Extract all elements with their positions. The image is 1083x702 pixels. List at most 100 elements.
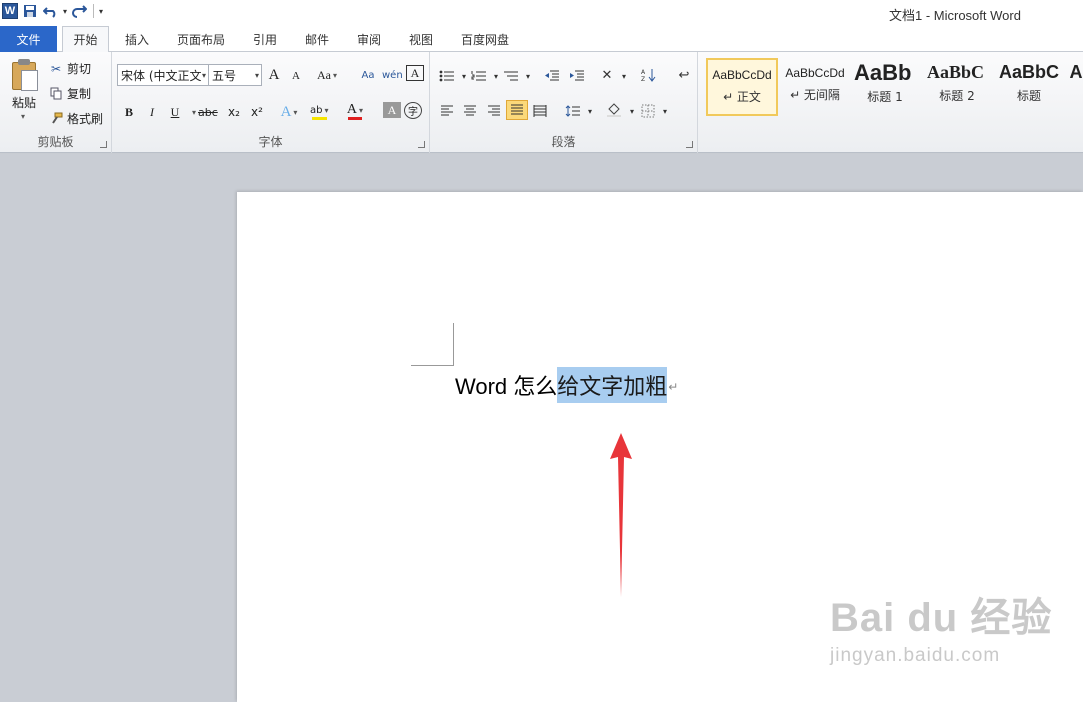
multilevel-dropdown-icon[interactable]: ▾ [519,66,537,86]
show-marks-icon[interactable]: ↩ [675,65,693,85]
tab-references[interactable]: 引用 [252,27,278,52]
tab-home[interactable]: 开始 [62,26,109,52]
style-normal[interactable]: AaBbCcDd ↵ 正文 [706,58,778,116]
shrink-font-button[interactable]: A [287,66,305,86]
superscript-button[interactable]: x² [248,102,266,122]
character-shading-button[interactable]: A [383,102,401,118]
tab-review[interactable]: 审阅 [356,27,382,52]
italic-button[interactable]: I [143,102,161,122]
decrease-indent-icon[interactable] [543,66,561,86]
style-subtitle[interactable]: A [1069,58,1083,116]
change-case-button[interactable]: Aa [317,65,337,85]
bullets-icon[interactable] [438,66,456,86]
font-color-bar [348,117,362,120]
text-effects-button[interactable]: A [280,102,298,122]
align-center-icon[interactable] [461,101,479,121]
clear-format-icon[interactable]: Aa [359,65,377,85]
paragraph-group: ▾ ▾ ▾ ✕ ▾ AZ ↩ ▾ ▾ ▾ 段落 [430,52,698,153]
customize-qat-icon[interactable]: ▾ [99,7,103,16]
style-no-spacing[interactable]: AaBbCcDd ↵ 无间隔 [780,58,850,116]
scissors-icon: ✂ [50,61,62,76]
styles-gallery: AaBbCcDd ↵ 正文 AaBbCcDd ↵ 无间隔 AaBb 标题 1 A… [703,56,1083,122]
style-sample: A [1069,62,1083,82]
font-size-value: 五号 [212,68,237,83]
selected-text[interactable]: 给文字加粗 [557,367,668,403]
tab-insert[interactable]: 插入 [122,27,152,52]
multilevel-list-icon[interactable] [502,66,520,86]
sort-icon[interactable]: AZ [640,65,658,85]
tab-view[interactable]: 视图 [408,27,434,52]
redo-icon[interactable] [70,2,88,20]
ribbon-tabs: 文件 开始 插入 页面布局 引用 邮件 审阅 视图 百度网盘 [0,25,1083,52]
cut-button[interactable]: ✂ 剪切 [49,60,91,77]
style-name: 标题 2 [939,89,975,103]
chevron-down-icon: ▾ [201,71,206,80]
line-spacing-dropdown-icon[interactable]: ▾ [581,101,599,121]
font-name-value: 宋体 (中文正文 [121,68,202,83]
word-logo-icon[interactable]: W [2,3,18,19]
chinese-layout-dropdown-icon[interactable]: ▾ [615,66,633,86]
borders-icon[interactable] [639,101,657,121]
font-color-label: A [346,102,358,117]
dialog-launcher-icon[interactable] [686,141,693,148]
line-spacing-icon[interactable] [564,101,582,121]
style-name: ↵ 无间隔 [790,88,840,102]
increase-indent-icon[interactable] [568,66,586,86]
style-heading-1[interactable]: AaBb 标题 1 [853,58,917,116]
watermark-url: jingyan.baidu.com [830,645,1001,666]
highlight-button[interactable]: ab [310,100,329,120]
subscript-button[interactable]: x₂ [225,102,243,122]
underline-button[interactable]: U [166,102,184,122]
undo-dropdown-icon[interactable]: ▾ [63,7,67,16]
justify-icon[interactable] [506,100,528,120]
paste-dropdown-icon[interactable]: ▾ [21,112,25,121]
font-name-select[interactable]: 宋体 (中文正文 ▾ [117,64,209,86]
style-name: 标题 [1016,89,1041,103]
style-name: ↵ 正文 [723,90,761,104]
tab-mailings[interactable]: 邮件 [304,27,330,52]
phonetic-guide-icon[interactable]: wén [382,65,403,85]
chinese-layout-icon[interactable]: ✕ [598,65,616,85]
document-text[interactable]: Word 怎么 [455,369,557,401]
window-title: 文档1 - Microsoft Word [889,8,1021,23]
style-title[interactable]: AaBbC 标题 [997,58,1061,116]
style-heading-2[interactable]: AaBbC 标题 2 [925,58,989,116]
style-sample: AaBbC [999,62,1059,82]
watermark-logo: Bai du 经验 [830,596,1053,640]
style-name: 标题 1 [867,90,903,104]
paste-button[interactable]: 粘贴 [12,94,36,111]
distributed-icon[interactable] [531,101,549,121]
font-size-select[interactable]: 五号 ▾ [208,64,262,86]
strikethrough-button[interactable]: abc [198,102,218,122]
svg-text:Z: Z [641,76,645,82]
align-right-icon[interactable] [485,101,503,121]
dialog-launcher-icon[interactable] [100,141,107,148]
numbering-icon[interactable] [470,66,488,86]
style-sample: AaBb [854,60,912,85]
document-paragraph[interactable]: Word 怎么 给文字加粗 ↵ [455,367,679,403]
save-icon[interactable] [21,2,39,20]
paste-icon[interactable] [10,58,40,92]
grow-font-button[interactable]: A [265,65,283,85]
undo-icon[interactable] [42,2,60,20]
align-left-icon[interactable] [438,101,456,121]
enclose-character-button[interactable]: 字 [404,102,422,119]
font-color-button[interactable]: A [346,100,364,120]
brush-icon [49,112,63,126]
borders-dropdown-icon[interactable]: ▾ [656,101,674,121]
format-painter-button[interactable]: 格式刷 [49,110,103,127]
font-group-label: 字体 [258,135,283,149]
paragraph-mark: ↵ [668,380,679,394]
dialog-launcher-icon[interactable] [418,141,425,148]
copy-button[interactable]: 复制 [49,85,91,102]
paint-bucket-icon[interactable] [605,100,623,120]
bold-button[interactable]: B [120,102,138,122]
chevron-down-icon: ▾ [254,71,259,80]
font-group: 宋体 (中文正文 ▾ 五号 ▾ A A Aa Aa wén A B I U ▾ … [112,52,430,153]
tab-baidu-netdisk[interactable]: 百度网盘 [460,27,510,52]
baidu-jingyan-watermark: Bai du 经验 jingyan.baidu.com [830,585,1052,667]
tab-page-layout[interactable]: 页面布局 [176,27,226,52]
character-border-icon[interactable]: A [406,65,424,81]
tab-file[interactable]: 文件 [0,26,57,52]
svg-text:A: A [641,69,646,76]
